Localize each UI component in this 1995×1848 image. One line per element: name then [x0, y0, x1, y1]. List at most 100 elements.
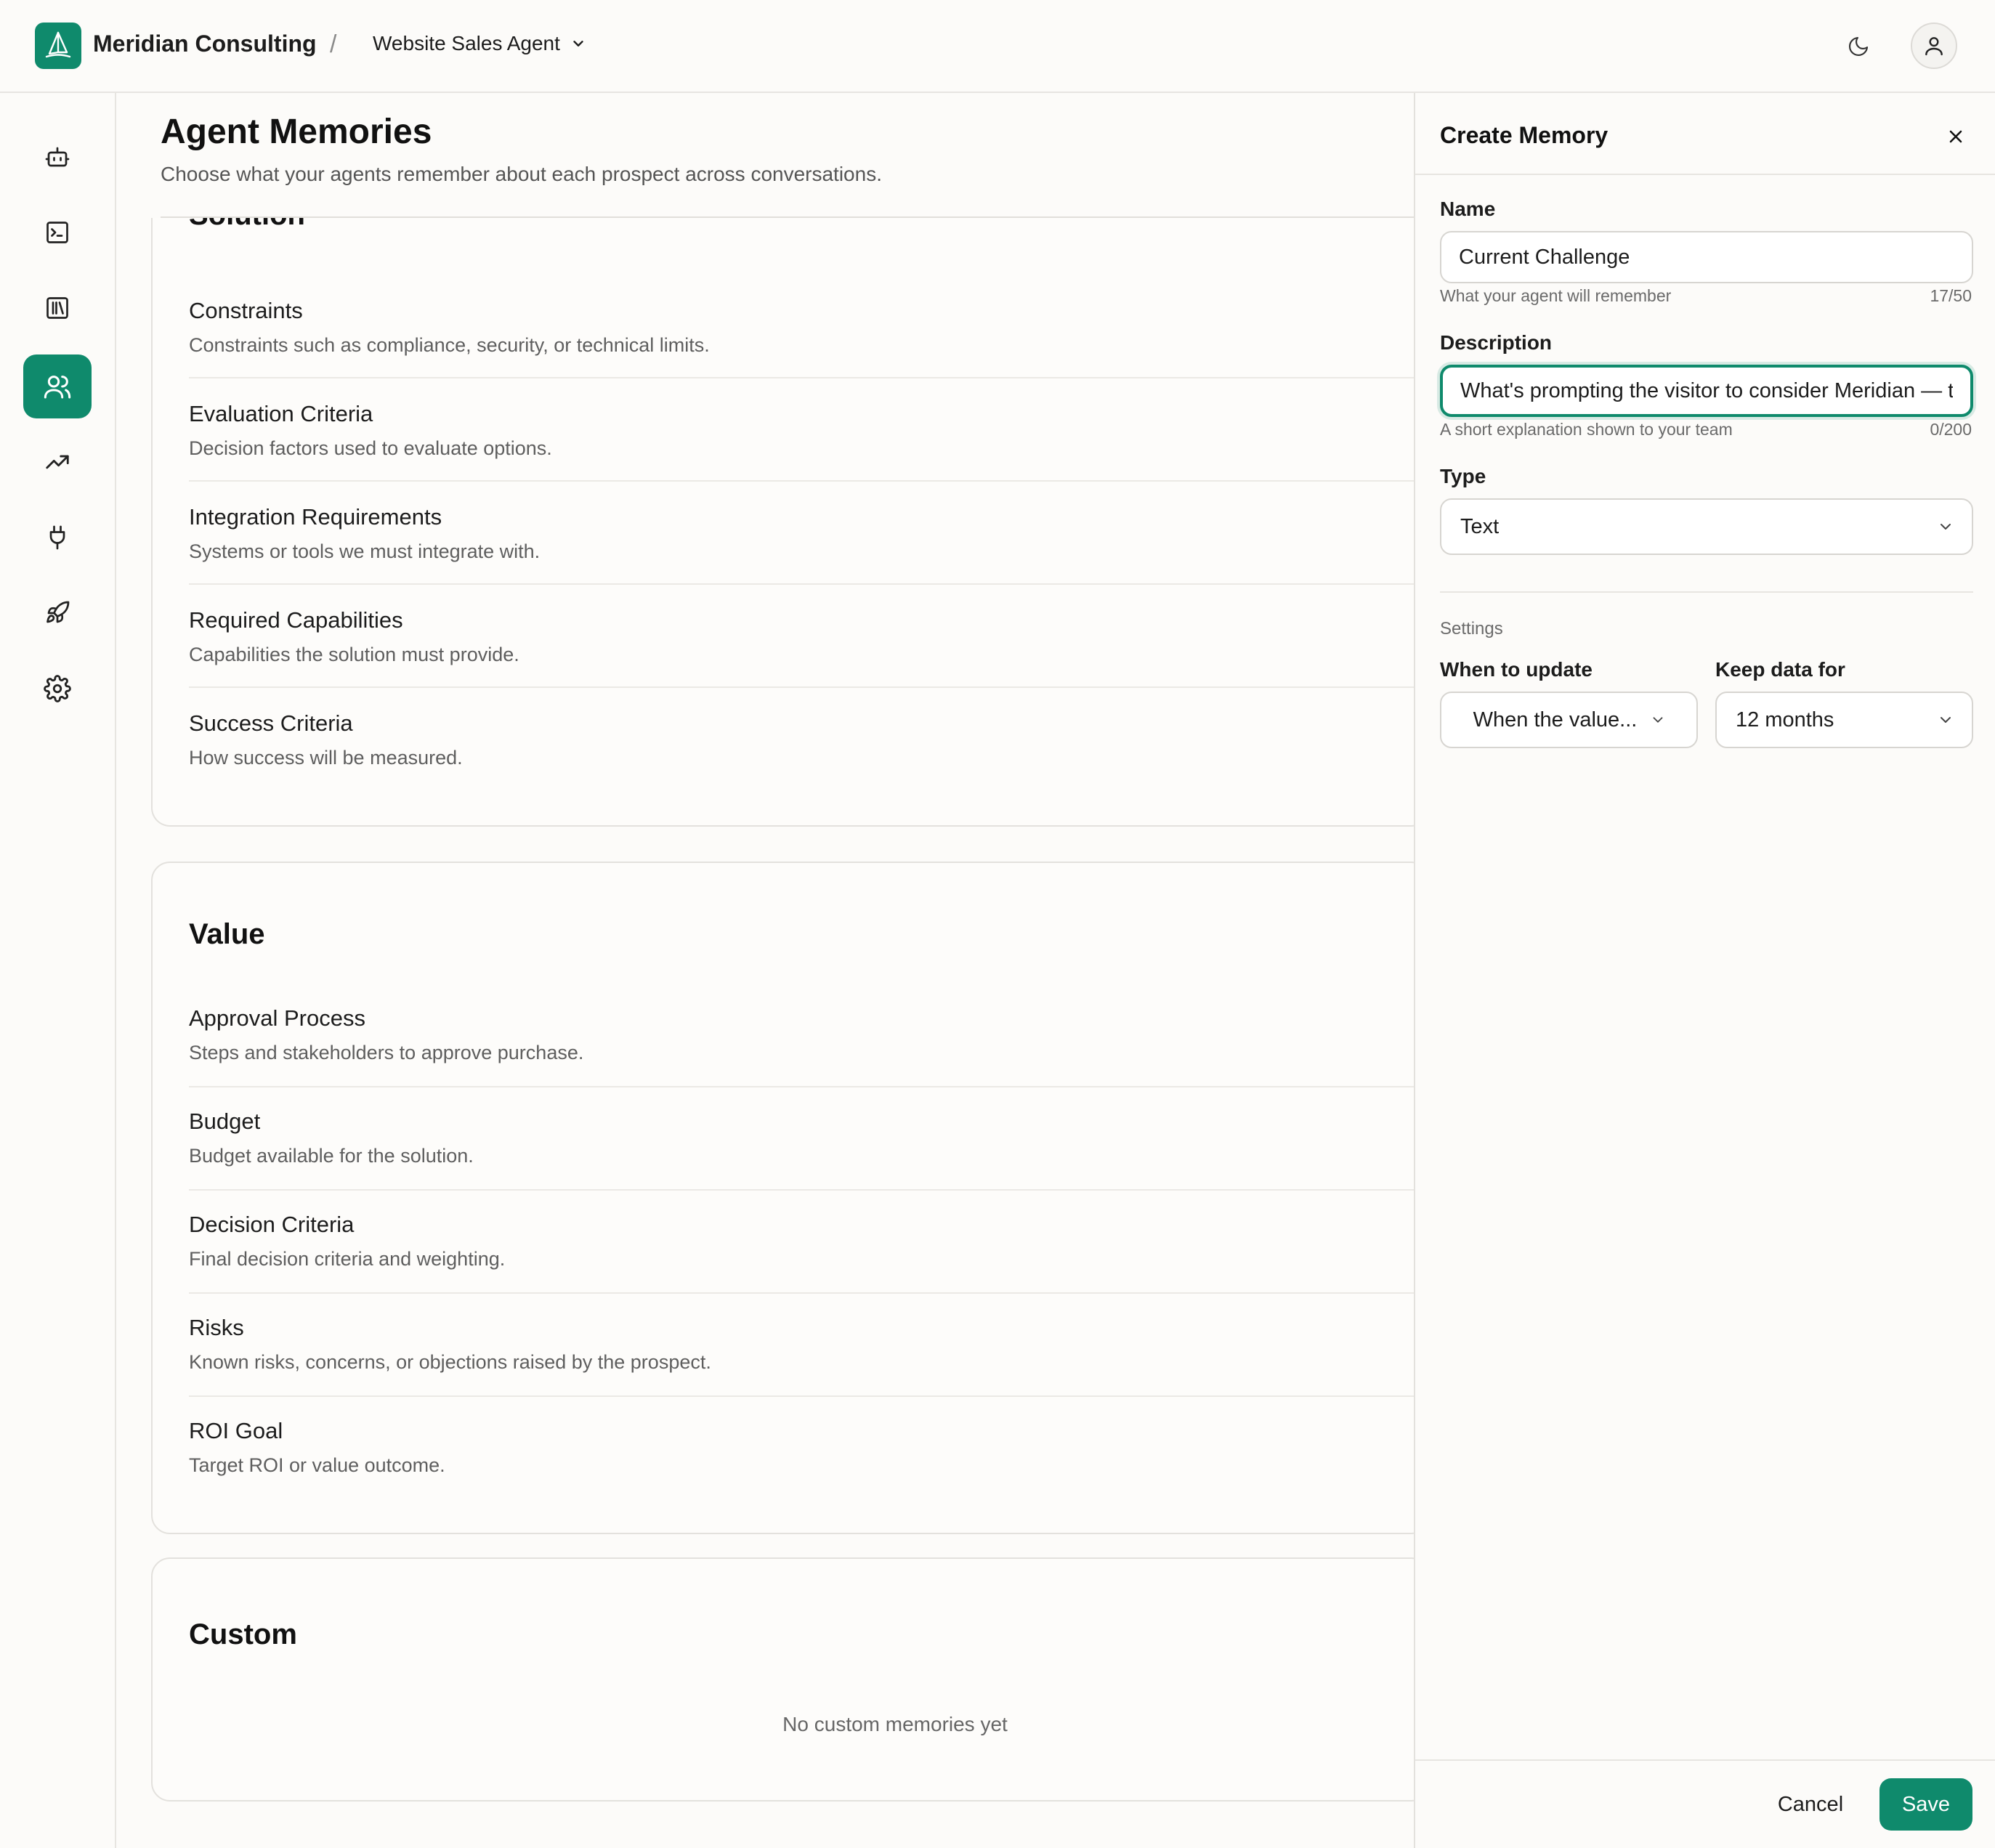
memory-name: Evaluation Criteria: [189, 401, 373, 426]
memory-name: Risks: [189, 1315, 244, 1340]
agent-selector[interactable]: Website Sales Agent: [373, 32, 586, 55]
sidebar-item-agents[interactable]: [23, 125, 92, 189]
section-title: Value: [189, 918, 265, 950]
row-divider: [189, 1395, 1428, 1397]
memory-row[interactable]: Decision Criteria Final decision criteri…: [189, 1212, 1428, 1270]
type-select[interactable]: Text: [1440, 498, 1973, 555]
sail-logo-icon: [45, 31, 71, 58]
page-title: Agent Memories: [161, 113, 432, 151]
row-divider: [189, 480, 1428, 482]
sidebar-nav: [0, 93, 116, 1848]
memory-name: ROI Goal: [189, 1418, 283, 1443]
create-memory-drawer: Create Memory Name What your agent will …: [1414, 93, 1995, 1848]
row-divider: [189, 1189, 1428, 1191]
memory-row[interactable]: Risks Known risks, concerns, or objectio…: [189, 1315, 1428, 1374]
description-char-count: 0/200: [1930, 420, 1972, 439]
description-label: Description: [1440, 331, 1553, 354]
name-char-count: 17/50: [1930, 286, 1972, 305]
library-icon: [46, 297, 68, 319]
memory-row[interactable]: Evaluation Criteria Decision factors use…: [189, 401, 1428, 460]
update-label: When to update: [1440, 658, 1593, 681]
chevron-down-icon: [573, 41, 583, 46]
drawer-footer-divider: [1415, 1759, 1995, 1761]
close-drawer-button[interactable]: [1938, 119, 1973, 154]
memory-row[interactable]: Budget Budget available for the solution…: [189, 1109, 1428, 1167]
memory-row[interactable]: Success Criteria How success will be mea…: [189, 710, 1428, 769]
memory-name: Integration Requirements: [189, 504, 442, 530]
row-divider: [189, 1086, 1428, 1087]
memory-row[interactable]: Approval Process Steps and stakeholders …: [189, 1005, 1428, 1064]
bot-icon: [45, 147, 70, 167]
memory-description: How success will be measured.: [189, 747, 463, 769]
org-name: Meridian Consulting: [93, 31, 317, 57]
retention-select-value: 12 months: [1736, 708, 1834, 732]
memory-row[interactable]: Constraints Constraints such as complian…: [189, 298, 1428, 357]
settings-divider: [1440, 591, 1973, 593]
type-label: Type: [1440, 465, 1486, 487]
gear-icon: [44, 675, 71, 702]
user-icon: [1925, 37, 1943, 56]
sidebar-item-deploy[interactable]: [23, 581, 92, 645]
memory-description: Constraints such as compliance, security…: [189, 334, 710, 356]
page-subtitle: Choose what your agents remember about e…: [161, 163, 882, 185]
memory-description: Systems or tools we must integrate with.: [189, 540, 541, 562]
description-input[interactable]: [1440, 365, 1973, 417]
memory-description: Final decision criteria and weighting.: [189, 1248, 506, 1270]
type-select-value: Text: [1460, 514, 1500, 538]
memory-row[interactable]: Integration Requirements Systems or tool…: [189, 504, 1428, 563]
section-title: Solution: [189, 218, 305, 232]
row-divider: [189, 377, 1428, 378]
memory-description: Steps and stakeholders to approve purcha…: [189, 1042, 584, 1063]
breadcrumb-separator: /: [330, 31, 337, 58]
sidebar-item-integrations[interactable]: [23, 506, 92, 570]
sidebar-item-settings[interactable]: [23, 657, 92, 721]
chevron-down-icon: [1653, 717, 1663, 723]
memory-row[interactable]: ROI Goal Target ROI or value outcome.: [189, 1418, 1428, 1477]
memory-description: Decision factors used to evaluate option…: [189, 437, 552, 459]
memory-name: Required Capabilities: [189, 607, 403, 633]
memory-name: Budget: [189, 1109, 261, 1134]
agent-selector-label: Website Sales Agent: [373, 32, 560, 54]
plug-icon: [49, 525, 65, 550]
memory-section-custom: Custom No custom memories yet: [151, 1557, 1430, 1802]
sidebar-item-console[interactable]: [23, 200, 92, 264]
chevron-down-icon: [1941, 717, 1951, 723]
theme-toggle-button[interactable]: [1844, 32, 1873, 61]
row-divider: [189, 1292, 1428, 1294]
row-divider: [189, 686, 1428, 688]
memory-description: Capabilities the solution must provide.: [189, 644, 519, 665]
name-input[interactable]: [1440, 231, 1973, 283]
terminal-icon: [46, 222, 68, 243]
name-hint: What your agent will remember: [1440, 286, 1672, 305]
memory-section-value: Value Approval Process Steps and stakeho…: [151, 862, 1430, 1534]
memory-description: Target ROI or value outcome.: [189, 1454, 445, 1476]
sidebar-item-library[interactable]: [23, 276, 92, 340]
memory-name: Approval Process: [189, 1005, 365, 1031]
sidebar-item-memories[interactable]: [23, 354, 92, 418]
user-avatar-button[interactable]: [1911, 23, 1957, 69]
name-label: Name: [1440, 198, 1496, 220]
section-title: Custom: [189, 1618, 297, 1650]
trending-up-icon: [46, 455, 69, 469]
memory-name: Decision Criteria: [189, 1212, 355, 1237]
sidebar-item-analytics[interactable]: [23, 430, 92, 494]
memory-name: Success Criteria: [189, 710, 353, 736]
save-button[interactable]: Save: [1879, 1778, 1972, 1831]
memory-description: Budget available for the solution.: [189, 1145, 474, 1167]
retention-select[interactable]: 12 months: [1715, 692, 1973, 748]
top-bar: Meridian Consulting / Website Sales Agen…: [0, 0, 1995, 93]
keep-label: Keep data for: [1715, 658, 1845, 681]
description-hint: A short explanation shown to your team: [1440, 420, 1733, 439]
update-frequency-select[interactable]: When the value...: [1440, 692, 1698, 748]
cancel-button[interactable]: Cancel: [1767, 1778, 1854, 1831]
memory-section-solution: Solution Constraints Constraints such as…: [151, 218, 1430, 827]
close-icon: [1949, 130, 1962, 143]
app-logo[interactable]: [35, 23, 81, 69]
row-divider: [189, 583, 1428, 585]
chevron-down-icon: [1941, 524, 1951, 530]
memory-row[interactable]: Required Capabilities Capabilities the s…: [189, 607, 1428, 666]
moon-icon: [1849, 36, 1869, 56]
memory-name: Constraints: [189, 298, 303, 323]
empty-state-text: No custom memories yet: [782, 1713, 1008, 1735]
rocket-icon: [46, 601, 70, 623]
